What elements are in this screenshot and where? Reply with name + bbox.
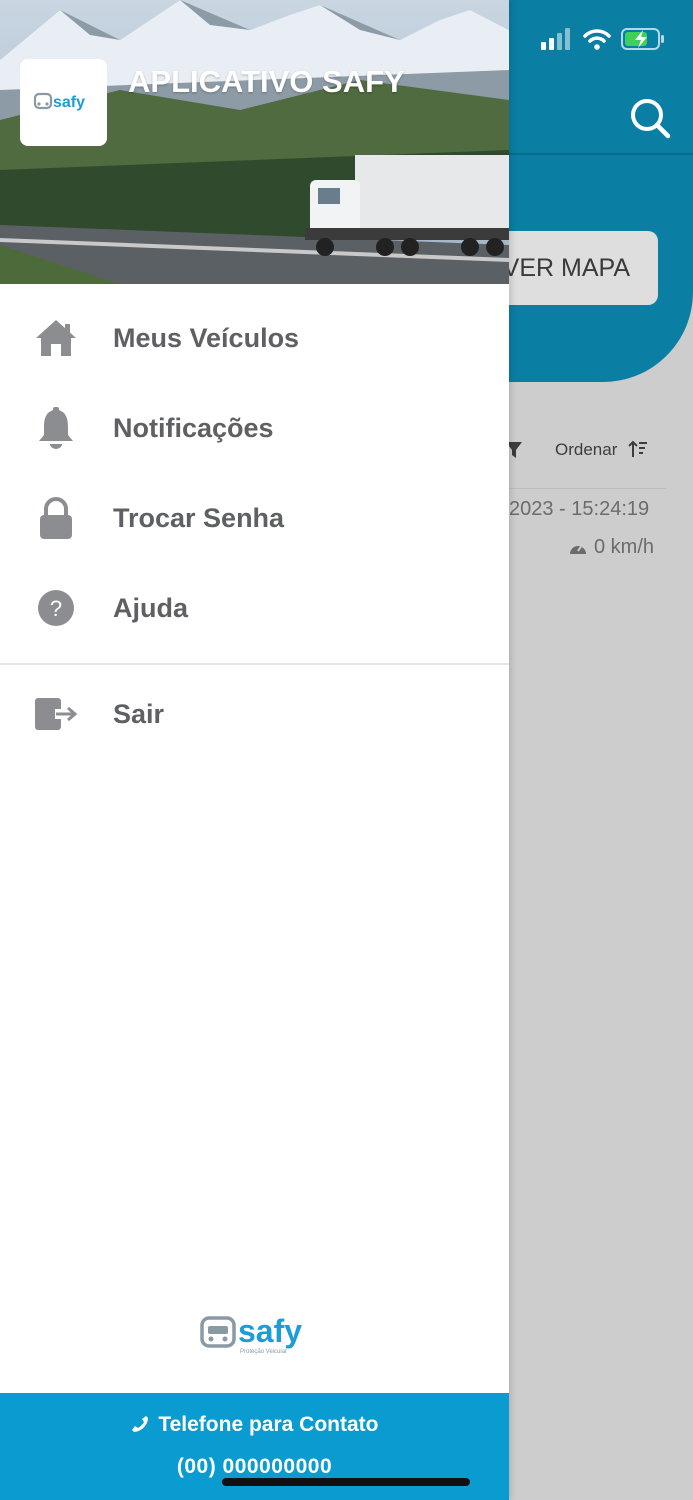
vehicle-datetime: 2023 - 15:24:19: [509, 498, 650, 520]
menu-label-help: Ajuda: [113, 592, 189, 623]
help-icon: ?: [34, 586, 78, 630]
app-title: APLICATIVO SAFY: [128, 64, 405, 99]
svg-text:safy: safy: [238, 1313, 302, 1349]
menu-label-notifications: Notificações: [113, 412, 274, 443]
speed-value: 0 km/h: [594, 536, 655, 558]
footer-logo: safy Proteção Veicular: [200, 1312, 312, 1361]
contact-phone[interactable]: (00) 000000000: [0, 1455, 509, 1479]
menu-item-logout[interactable]: Sair: [0, 669, 509, 759]
home-indicator: [222, 1478, 470, 1486]
menu-item-my-vehicles[interactable]: Meus Veículos: [0, 293, 509, 383]
menu-divider: [0, 663, 509, 665]
drawer-menu: Meus Veículos Notificações Trocar Senha: [0, 293, 509, 759]
menu-item-change-password[interactable]: Trocar Senha: [0, 473, 509, 563]
list-divider: [509, 488, 666, 489]
menu-label-logout: Sair: [113, 698, 165, 729]
navigation-drawer: safy APLICATIVO SAFY Meus Veículos Notif…: [0, 0, 509, 1500]
drawer-header-image: safy APLICATIVO SAFY: [0, 0, 509, 284]
svg-text:Proteção Veicular: Proteção Veicular: [240, 1349, 287, 1355]
logout-icon: [34, 692, 78, 736]
menu-label-change-password: Trocar Senha: [113, 502, 285, 533]
search-icon[interactable]: [628, 96, 672, 140]
battery-charging-icon: [621, 28, 664, 50]
bell-icon: [34, 406, 78, 450]
menu-label-my-vehicles: Meus Veículos: [113, 322, 300, 353]
lock-icon: [34, 496, 78, 540]
sort-icon[interactable]: [628, 440, 648, 458]
sort-label[interactable]: Ordenar: [555, 440, 617, 460]
menu-item-help[interactable]: ? Ajuda: [0, 563, 509, 653]
signal-icon: [541, 28, 570, 50]
svg-text:?: ?: [50, 596, 62, 621]
home-icon: [34, 316, 78, 360]
safy-footer-logo-icon: safy Proteção Veicular: [200, 1313, 302, 1355]
view-map-label: VER MAPA: [502, 253, 630, 282]
vehicle-speed: 0 km/h: [568, 536, 654, 559]
wifi-icon: [583, 29, 611, 50]
menu-item-notifications[interactable]: Notificações: [0, 383, 509, 473]
contact-label: Telefone para Contato: [0, 1413, 509, 1437]
contact-label-text: Telefone para Contato: [158, 1413, 379, 1436]
status-bar: [541, 28, 665, 50]
phone-icon: [131, 1416, 148, 1432]
header-divider: [509, 153, 693, 155]
speedometer-icon: [570, 543, 586, 554]
app-logo: safy: [20, 59, 107, 146]
safy-logo-icon: safy: [33, 92, 85, 111]
svg-text:safy: safy: [53, 94, 85, 111]
